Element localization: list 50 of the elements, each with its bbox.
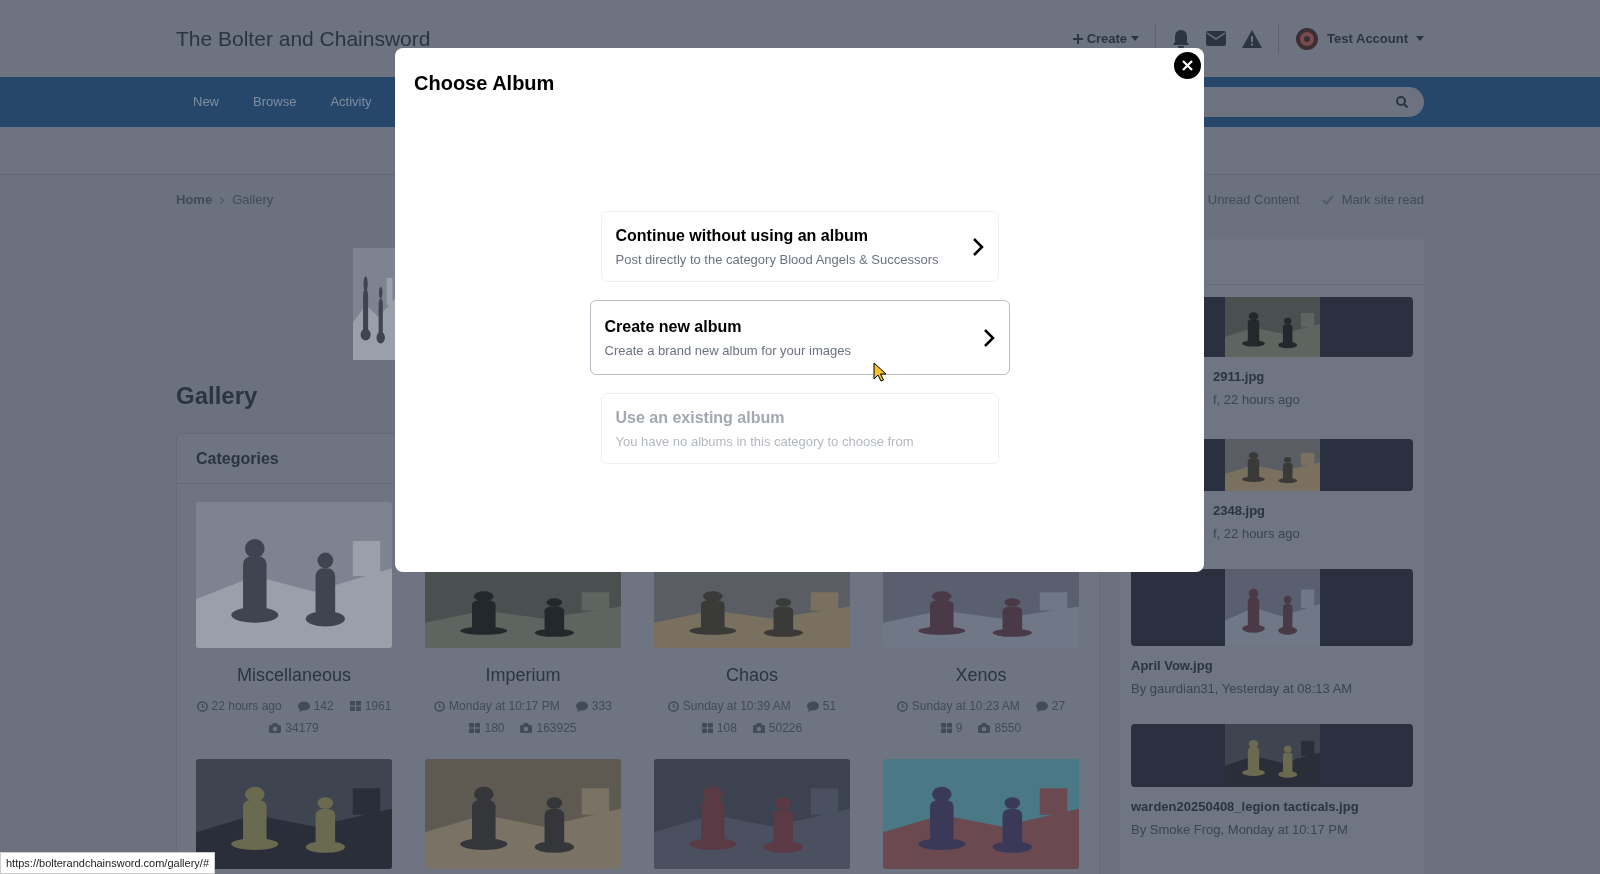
clock-icon — [196, 700, 208, 712]
plus-icon — [1072, 33, 1083, 44]
category-title[interactable]: Imperium — [425, 662, 621, 689]
camera-icon — [520, 723, 533, 733]
nav-link[interactable]: Browse — [236, 92, 314, 112]
nav-link[interactable]: Activity — [313, 92, 389, 112]
grid-icon — [940, 723, 952, 733]
cursor-icon — [873, 362, 887, 382]
image-title[interactable]: 2348.jpg — [1213, 501, 1413, 521]
create-menu[interactable]: Create — [1072, 28, 1140, 49]
album-option[interactable]: Continue without using an album Post directly to the category Blood Angels & Successors — [600, 211, 999, 282]
warning-icon[interactable] — [1242, 29, 1263, 48]
camera-icon — [752, 723, 765, 733]
chevron-right-icon — [982, 327, 995, 348]
camera-icon — [978, 723, 991, 733]
site-title[interactable]: The Bolter and Chainsword — [176, 22, 431, 55]
caret-icon — [1131, 36, 1140, 41]
album-option[interactable]: Create new album Create a brand new album for your images — [589, 300, 1010, 375]
grid-icon — [349, 701, 361, 711]
image-title[interactable]: warden20250408_legion tacticals.jpg — [1131, 797, 1413, 817]
page-title: Gallery — [176, 381, 259, 411]
nav-link[interactable]: New — [176, 92, 236, 112]
close-icon — [1182, 60, 1193, 71]
clock-icon — [667, 700, 679, 712]
category-title[interactable]: Xenos — [883, 662, 1079, 689]
category-title[interactable]: Chaos — [654, 662, 850, 689]
comment-icon — [575, 700, 588, 712]
avatar-icon[interactable] — [1295, 26, 1320, 51]
caret-icon — [1416, 36, 1424, 41]
mail-icon[interactable] — [1206, 31, 1227, 46]
comment-icon — [1035, 700, 1048, 712]
check-icon — [1321, 195, 1334, 205]
chevron-icon — [219, 195, 226, 205]
dialog-title: Choose Album — [414, 71, 555, 96]
bell-icon[interactable] — [1172, 28, 1191, 49]
comment-icon — [297, 700, 310, 712]
clock-icon — [896, 700, 908, 712]
category-title[interactable]: Miscellaneous — [196, 662, 392, 689]
account-menu[interactable]: Test Account — [1295, 26, 1424, 51]
image-title[interactable]: 2911.jpg — [1213, 367, 1413, 387]
image-title[interactable]: April Vow.jpg — [1131, 656, 1413, 676]
panel-title: Categories — [196, 448, 279, 469]
search-icon[interactable] — [1396, 96, 1408, 108]
camera-icon — [269, 723, 282, 733]
clock-icon — [434, 700, 446, 712]
grid-icon — [701, 723, 713, 733]
chevron-right-icon — [971, 236, 984, 257]
comment-icon — [806, 700, 819, 712]
status-url: https://bolterandchainsword.com/gallery/# — [0, 851, 215, 874]
grid-icon — [469, 723, 481, 733]
